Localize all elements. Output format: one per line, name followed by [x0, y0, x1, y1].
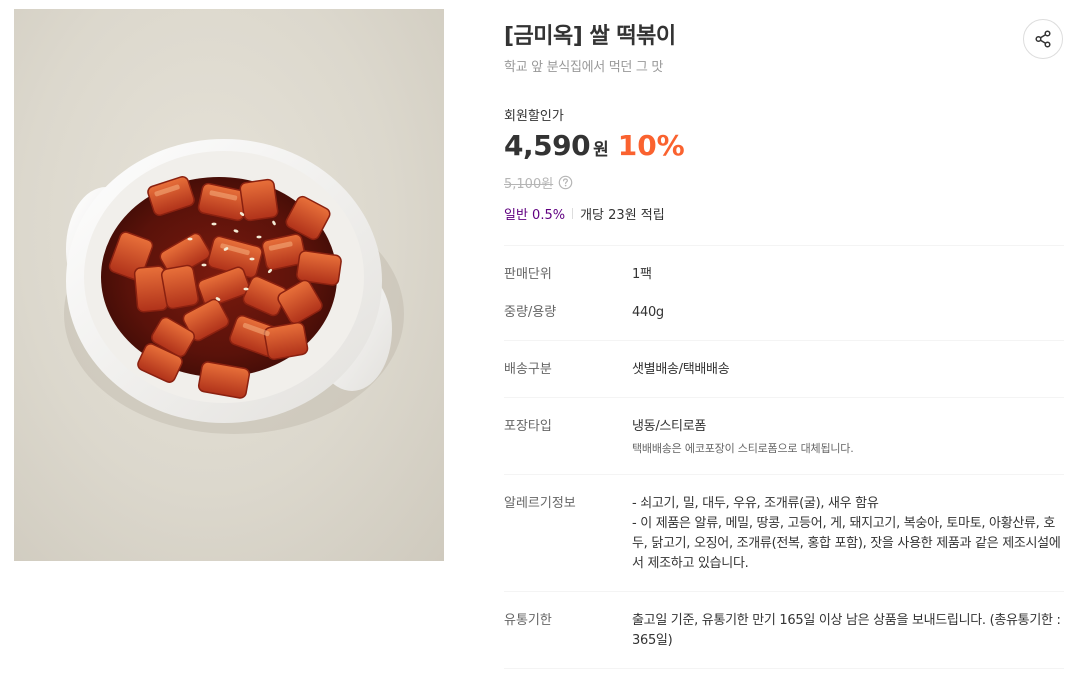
- packaging-type: 냉동/스티로폼: [632, 419, 707, 434]
- detail-label: 포장타입: [504, 419, 552, 434]
- product-subtitle: 학교 앞 분식집에서 먹던 그 맛: [504, 60, 664, 75]
- product-image: [14, 9, 444, 561]
- divider: [504, 668, 1064, 669]
- detail-label: 판매단위: [504, 267, 552, 282]
- original-price-row: 5,100원: [504, 172, 573, 192]
- packaging-note: 택배배송은 에코포장이 스티로폼으로 대체됩니다.: [632, 442, 854, 455]
- discount-rate: 10%: [617, 129, 685, 162]
- share-button[interactable]: [1023, 19, 1063, 59]
- detail-value: 출고일 기준, 유통기한 만기 165일 이상 남은 상품을 보내드립니다. (…: [632, 613, 1061, 648]
- price-unit: 원: [593, 140, 609, 160]
- sale-price: 4,590: [504, 129, 591, 162]
- points-separator: [572, 207, 574, 219]
- original-price: 5,100원: [504, 176, 554, 192]
- tteokbokki-photo: [64, 139, 404, 434]
- price-row: 4,590 원 10%: [504, 126, 685, 166]
- divider: [504, 245, 1064, 246]
- product-title: [금미옥] 쌀 떡볶이: [504, 24, 676, 49]
- member-grade-rate: 일반 0.5%: [504, 207, 566, 223]
- allergy-line: - 쇠고기, 밀, 대두, 우유, 조개류(굴), 새우 함유: [632, 496, 879, 511]
- points-earned: 개당 23원 적립: [580, 207, 665, 223]
- divider: [504, 340, 1064, 341]
- detail-value: 냉동/스티로폼 택배배송은 에코포장이 스티로폼으로 대체됩니다.: [632, 417, 1064, 458]
- points-row: 일반 0.5% 개당 23원 적립: [504, 203, 665, 223]
- divider: [504, 474, 1064, 475]
- detail-value: - 쇠고기, 밀, 대두, 우유, 조개류(굴), 새우 함유 - 이 제품은 …: [632, 494, 1064, 574]
- question-circle-icon[interactable]: [558, 175, 573, 190]
- detail-label: 배송구분: [504, 362, 552, 377]
- detail-value: 1팩: [632, 267, 652, 282]
- divider: [504, 397, 1064, 398]
- member-price-label: 회원할인가: [504, 109, 564, 124]
- share-icon: [1035, 30, 1051, 48]
- detail-label: 알레르기정보: [504, 496, 576, 511]
- divider: [504, 591, 1064, 592]
- detail-value: 샛별배송/택배배송: [632, 362, 730, 377]
- detail-value: 440g: [632, 305, 664, 320]
- allergy-line: - 이 제품은 알류, 메밀, 땅콩, 고등어, 게, 돼지고기, 복숭아, 토…: [632, 516, 1061, 571]
- detail-label: 중량/용량: [504, 305, 557, 320]
- detail-label: 유통기한: [504, 613, 552, 628]
